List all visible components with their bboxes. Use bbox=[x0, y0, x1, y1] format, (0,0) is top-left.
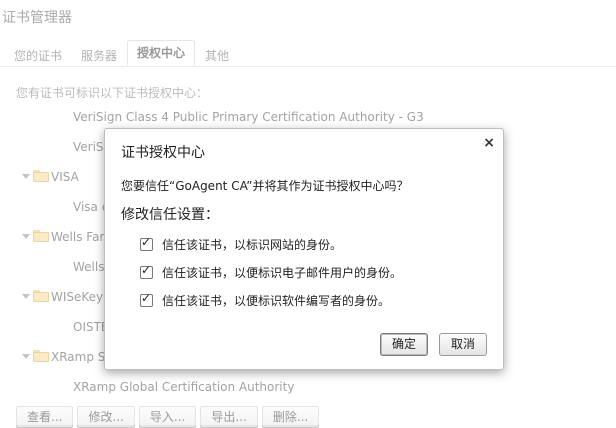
dialog-title: 证书授权中心 bbox=[121, 145, 205, 161]
trust-email-checkbox[interactable] bbox=[140, 263, 153, 279]
trust-websites-label: 信任该证书，以标识网站的身份。 bbox=[162, 238, 343, 252]
trust-email-label: 信任该证书，以便标识电子邮件用户的身份。 bbox=[162, 266, 403, 280]
trust-software-label: 信任该证书，以便标识软件编写者的身份。 bbox=[162, 294, 391, 308]
trust-software-checkbox[interactable] bbox=[140, 291, 153, 307]
close-icon[interactable]: × bbox=[483, 135, 495, 151]
trust-settings-heading: 修改信任设置： bbox=[121, 207, 219, 223]
cancel-button[interactable]: 取消 bbox=[439, 333, 487, 356]
dialog-question: 您要信任“GoAgent CA”并将其作为证书授权中心吗？ bbox=[121, 179, 409, 193]
trust-software-option[interactable]: 信任该证书，以便标识软件编写者的身份。 bbox=[140, 291, 391, 309]
trust-email-option[interactable]: 信任该证书，以便标识电子邮件用户的身份。 bbox=[140, 263, 403, 281]
trust-websites-checkbox[interactable] bbox=[140, 235, 153, 251]
ok-button[interactable]: 确定 bbox=[380, 333, 428, 356]
trust-websites-option[interactable]: 信任该证书，以标识网站的身份。 bbox=[140, 235, 343, 253]
trust-dialog: 证书授权中心 × 您要信任“GoAgent CA”并将其作为证书授权中心吗？ 修… bbox=[104, 128, 504, 370]
